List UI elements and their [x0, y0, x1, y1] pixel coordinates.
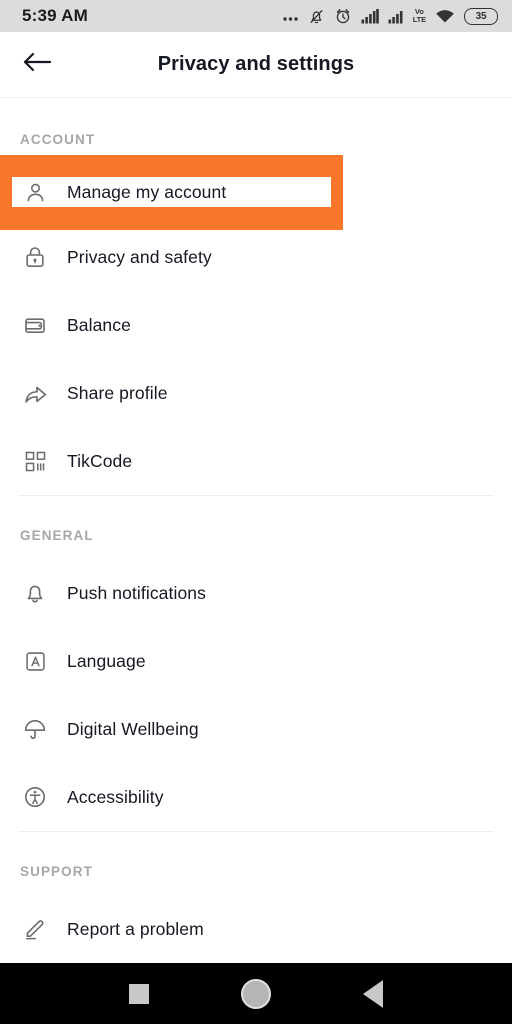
letter-a-box-icon: [20, 646, 50, 676]
circle-icon[interactable]: [241, 978, 271, 1009]
arrow-left-icon: [22, 50, 52, 79]
list-item-label: Manage my account: [67, 181, 227, 202]
system-navigation-bar: [0, 963, 512, 1024]
list-item-label: Privacy and safety: [67, 246, 212, 267]
list-item-label: Language: [67, 650, 146, 671]
app-header: Privacy and settings: [0, 32, 512, 98]
triangle-back-icon[interactable]: [363, 979, 383, 1008]
back-button[interactable]: [20, 48, 54, 82]
qr-code-icon: [20, 446, 50, 476]
list-item-tikcode[interactable]: TikCode: [0, 427, 512, 495]
volte-label-bottom: LTE: [412, 15, 426, 24]
signal-bars-icon: [388, 9, 404, 24]
bell-muted-icon: [308, 8, 325, 25]
umbrella-icon: [20, 714, 50, 744]
battery-icon: 35: [464, 7, 498, 25]
list-item-label: Accessibility: [67, 786, 164, 807]
list-item-label: Digital Wellbeing: [67, 718, 199, 739]
lock-icon: [20, 242, 50, 272]
list-item-privacy-and-safety[interactable]: Privacy and safety: [0, 223, 512, 291]
list-item-label: Share profile: [67, 382, 168, 403]
highlight-wrapper: Manage my account: [0, 147, 512, 230]
wallet-icon: [20, 310, 50, 340]
list-item-label: TikCode: [67, 450, 133, 471]
section-header-account: ACCOUNT: [20, 132, 96, 147]
list-item-share-profile[interactable]: Share profile: [0, 359, 512, 427]
status-bar-icons: Vo LTE 35: [282, 7, 498, 25]
list-item-push-notifications[interactable]: Push notifications: [0, 559, 512, 627]
alarm-clock-icon: [334, 7, 352, 25]
accessibility-icon: [20, 782, 50, 812]
status-bar-time: 5:39 AM: [22, 6, 88, 25]
more-dots-icon: [282, 8, 299, 24]
list-item-digital-wellbeing[interactable]: Digital Wellbeing: [0, 695, 512, 763]
share-arrow-icon: [20, 378, 50, 408]
list-item-manage-my-account[interactable]: Manage my account: [12, 177, 331, 207]
section-header-general: GENERAL: [20, 528, 94, 543]
list-item-label: Report a problem: [67, 918, 204, 939]
section-header-support: SUPPORT: [20, 864, 93, 879]
list-item-accessibility[interactable]: Accessibility: [0, 763, 512, 831]
phone-screen: 5:39 AM Vo LTE 35 Privacy and settings A…: [0, 0, 512, 1024]
pencil-icon: [20, 914, 50, 944]
highlight-overlay-manage-account: Manage my account: [0, 155, 343, 230]
list-item-label: Balance: [67, 314, 131, 335]
list-item-report-a-problem[interactable]: Report a problem: [0, 895, 512, 963]
signal-bars-icon: [361, 8, 379, 24]
square-icon[interactable]: [129, 983, 149, 1004]
bell-icon: [20, 578, 50, 608]
person-icon: [20, 177, 50, 207]
page-title: Privacy and settings: [157, 53, 355, 75]
wifi-icon: [435, 9, 455, 24]
list-item-balance[interactable]: Balance: [0, 291, 512, 359]
list-item-label: Push notifications: [67, 582, 206, 603]
battery-level-label: 35: [475, 10, 487, 22]
status-bar: 5:39 AM Vo LTE 35: [0, 0, 512, 32]
volte-icon: Vo LTE: [413, 8, 426, 24]
list-item-language[interactable]: Language: [0, 627, 512, 695]
